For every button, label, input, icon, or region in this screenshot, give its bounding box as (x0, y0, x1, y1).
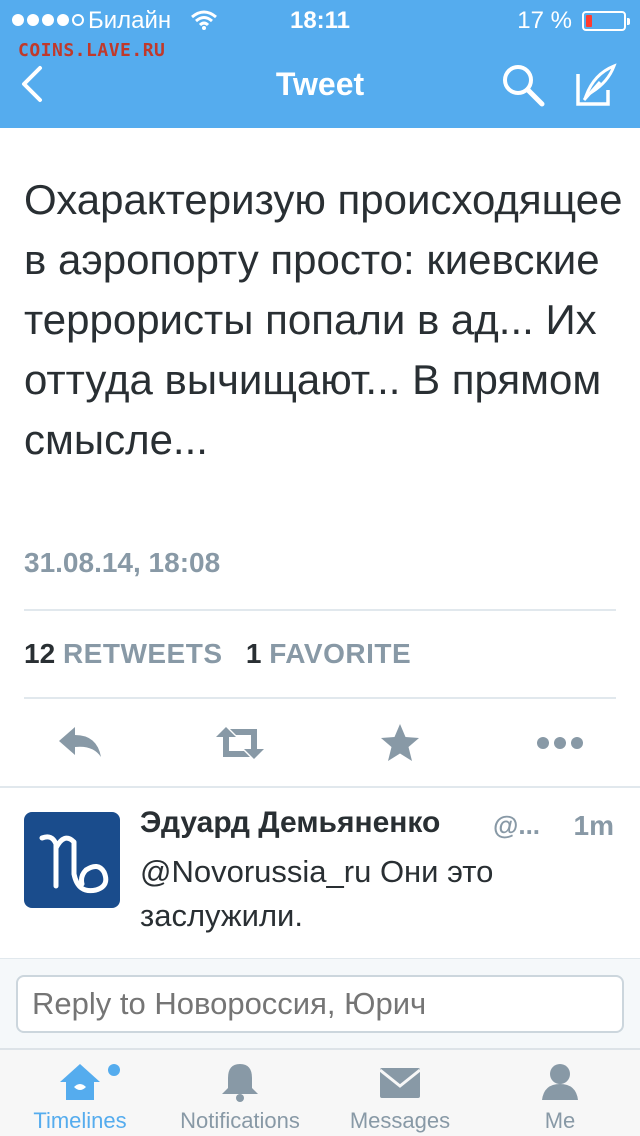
more-dots-icon (537, 737, 583, 749)
search-button[interactable] (498, 60, 548, 110)
navigation-bar: Билайн 18:11 17 % COINS.LAVE.RU Tweet (0, 0, 640, 128)
tweet-date: 31.08.14, 18:08 (24, 547, 221, 578)
search-icon (503, 65, 545, 107)
tab-bar: Timelines Notifications Messages Me (0, 1048, 640, 1136)
favorites-label[interactable]: FAVORITE (269, 638, 411, 669)
battery-icon (582, 11, 630, 31)
tab-messages[interactable]: Messages (320, 1050, 480, 1136)
battery-percent: 17 % (517, 7, 572, 34)
reply-button[interactable] (50, 718, 110, 768)
tab-notifications[interactable]: Notifications (160, 1050, 320, 1136)
reply-tweet[interactable]: Эдуард Демьяненко @... 1m @Novorussia_ru… (0, 788, 640, 958)
person-icon (542, 1064, 578, 1100)
tweet-stats: 12 RETWEETS 1 FAVORITE (24, 638, 411, 670)
reply-time: 1m (573, 810, 614, 841)
battery-level (586, 15, 592, 27)
status-bar: Билайн 18:11 17 % (0, 0, 640, 40)
favorites-count[interactable]: 1 (246, 638, 262, 669)
tab-me[interactable]: Me (480, 1050, 640, 1136)
envelope-icon (379, 1068, 421, 1098)
bell-icon (222, 1064, 258, 1102)
compose-icon (576, 63, 617, 106)
reply-compose-area (0, 958, 640, 1048)
compose-button[interactable] (570, 60, 620, 110)
star-icon (381, 724, 419, 761)
tab-label: Messages (349, 1108, 451, 1133)
retweets-label[interactable]: RETWEETS (63, 638, 223, 669)
retweet-icon (216, 727, 264, 759)
home-icon (60, 1064, 100, 1100)
tab-timelines[interactable]: Timelines (0, 1050, 160, 1136)
retweet-button[interactable] (210, 718, 270, 768)
reply-input[interactable] (16, 975, 624, 1033)
tweet-text: Охарактеризую происходящее в аэропорту п… (24, 176, 623, 463)
more-button[interactable] (530, 718, 590, 768)
divider (24, 697, 616, 699)
capricorn-icon (39, 834, 109, 894)
unread-indicator (108, 1064, 120, 1076)
tab-label: Notifications (180, 1108, 300, 1133)
tab-label: Timelines (33, 1108, 127, 1133)
reply-handle: @... (493, 810, 541, 840)
divider (24, 609, 616, 611)
reply-icon (59, 727, 101, 757)
reply-text: @Novorussia_ru Они это заслужили. (140, 854, 494, 933)
watermark: COINS.LAVE.RU (18, 40, 166, 61)
tab-label: Me (544, 1108, 576, 1133)
retweets-count[interactable]: 12 (24, 638, 55, 669)
favorite-button[interactable] (370, 718, 430, 768)
avatar[interactable] (24, 812, 120, 908)
reply-author[interactable]: Эдуард Демьяненко (140, 806, 440, 840)
